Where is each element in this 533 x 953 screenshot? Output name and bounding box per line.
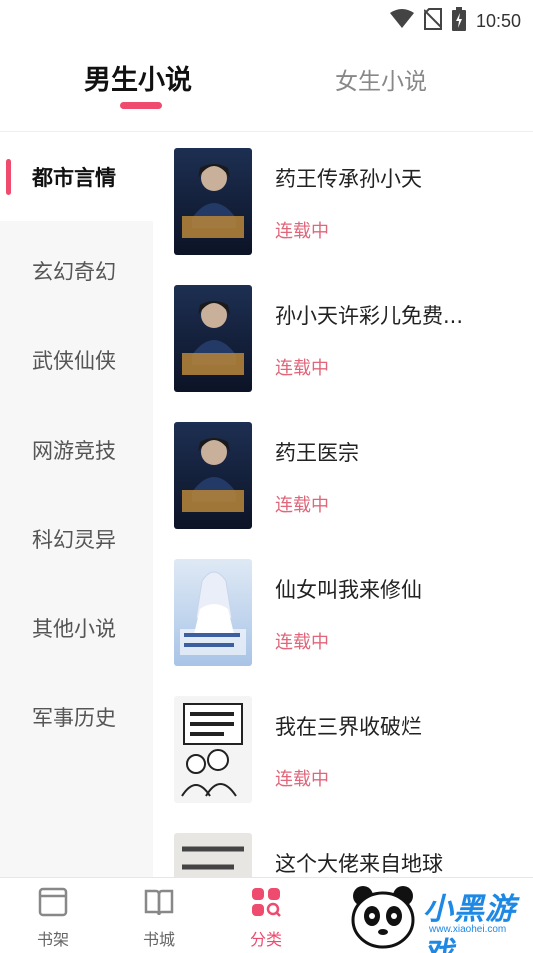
category-sidebar: 都市言情 玄幻奇幻 武侠仙侠 网游竞技 科幻灵异 其他小说 军事历史 (0, 133, 153, 877)
sidebar-item-military-history[interactable]: 军事历史 (0, 673, 153, 761)
book-title[interactable]: 药王传承孙小天 (275, 163, 422, 193)
list-item[interactable]: 我在三界收破烂 连载中 (153, 681, 533, 818)
book-status: 连载中 (275, 221, 329, 242)
book-title[interactable]: 孙小天许彩儿免费... (275, 300, 463, 330)
nav-category[interactable]: 分类 (236, 886, 296, 950)
sidebar-item-label: 其他小说 (32, 617, 116, 641)
book-status: 连载中 (275, 495, 329, 516)
nav-label: 书城 (142, 930, 175, 949)
no-sim-icon (423, 8, 443, 34)
nav-label: 书架 (36, 930, 69, 949)
top-tabs: 男生小说 女生小说 (0, 40, 533, 132)
list-item[interactable]: 药王传承孙小天 连载中 (153, 133, 533, 270)
watermark-text: 小黑游戏 (423, 892, 516, 953)
sidebar-item-label: 玄幻奇幻 (32, 260, 116, 284)
book-cover[interactable] (174, 696, 252, 803)
active-indicator (6, 159, 11, 195)
sidebar-item-fantasy[interactable]: 玄幻奇幻 (0, 227, 153, 315)
list-item[interactable]: 药王医宗 连载中 (153, 407, 533, 544)
bookshelf-icon (37, 886, 69, 922)
sidebar-item-wuxia[interactable]: 武侠仙侠 (0, 316, 153, 404)
book-list: 药王传承孙小天 连载中 孙小天许彩儿免费... 连载中 药王医宗 连载中 仙女叫… (153, 133, 533, 877)
battery-charging-icon (451, 7, 466, 35)
sidebar-item-gaming[interactable]: 网游竞技 (0, 406, 153, 494)
book-cover[interactable] (174, 148, 252, 255)
tab-male-novels[interactable]: 男生小说 (84, 58, 192, 97)
panda-logo-icon (345, 882, 421, 953)
list-item[interactable]: 这个大佬来自地球 (153, 818, 533, 877)
wifi-icon (389, 9, 414, 33)
book-cover[interactable] (174, 285, 252, 392)
sidebar-item-label: 武侠仙侠 (32, 349, 116, 373)
book-cover[interactable] (174, 422, 252, 529)
book-status: 连载中 (275, 632, 329, 653)
list-item[interactable]: 仙女叫我来修仙 连载中 (153, 544, 533, 681)
category-grid-icon (250, 886, 282, 922)
status-bar: 10:50 (0, 0, 533, 40)
sidebar-item-label: 科幻灵异 (32, 528, 116, 552)
open-book-icon (143, 886, 175, 922)
book-status: 连载中 (275, 358, 329, 379)
book-title[interactable]: 仙女叫我来修仙 (275, 574, 422, 604)
sidebar-item-label: 都市言情 (32, 166, 116, 190)
book-title[interactable]: 这个大佬来自地球 (275, 848, 443, 877)
book-title[interactable]: 药王医宗 (275, 437, 359, 467)
book-cover[interactable] (174, 833, 252, 877)
book-status: 连载中 (275, 769, 329, 790)
book-cover[interactable] (174, 559, 252, 666)
watermark: 小黑游戏 www.xiaohei.com (345, 880, 533, 953)
sidebar-item-label: 军事历史 (32, 706, 116, 730)
sidebar-item-other[interactable]: 其他小说 (0, 584, 153, 672)
status-time: 10:50 (475, 10, 521, 31)
nav-bookstore[interactable]: 书城 (129, 886, 189, 950)
nav-bookshelf[interactable]: 书架 (23, 886, 83, 950)
book-title[interactable]: 我在三界收破烂 (275, 711, 422, 741)
watermark-url: www.xiaohei.com (429, 924, 507, 935)
sidebar-item-scifi[interactable]: 科幻灵异 (0, 495, 153, 583)
nav-label: 分类 (249, 930, 282, 949)
sidebar-item-label: 网游竞技 (32, 439, 116, 463)
list-item[interactable]: 孙小天许彩儿免费... 连载中 (153, 270, 533, 407)
tab-female-novels[interactable]: 女生小说 (335, 62, 427, 96)
active-tab-underline (120, 102, 162, 109)
sidebar-item-urban-romance[interactable]: 都市言情 (0, 133, 153, 221)
